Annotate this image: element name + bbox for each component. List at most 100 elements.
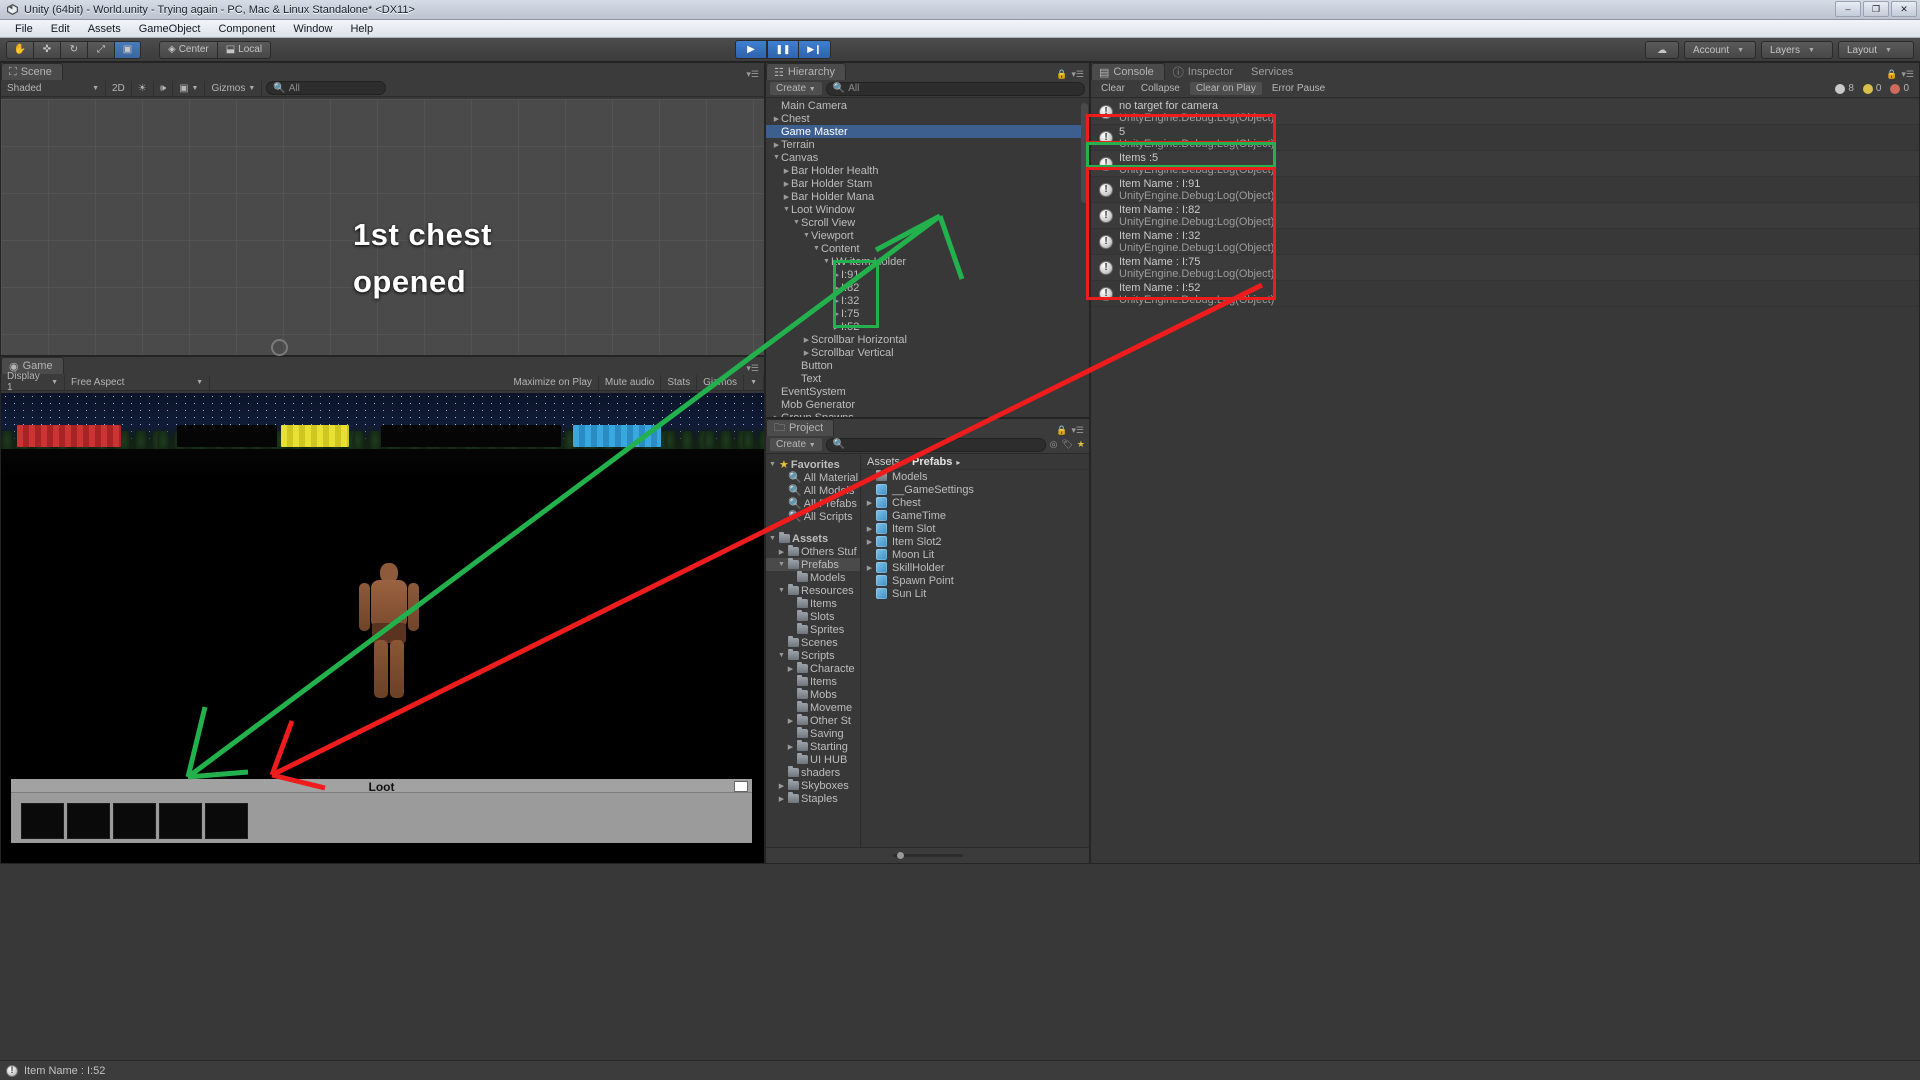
loot-slot[interactable] xyxy=(21,803,64,839)
project-content-item[interactable]: Moon Lit xyxy=(861,548,1089,561)
rotate-tool-icon[interactable]: ↻ xyxy=(60,40,87,59)
hierarchy-item[interactable]: ▼ Scroll View xyxy=(766,216,1089,229)
menu-item-window[interactable]: Window xyxy=(284,23,341,35)
project-create-button[interactable]: Create ▼ xyxy=(770,438,822,451)
scene-viewport[interactable]: 1st chest opened xyxy=(1,99,764,356)
project-tree-item[interactable]: ▼ Prefabs xyxy=(766,558,860,571)
console-collapse-button[interactable]: Collapse xyxy=(1135,82,1186,95)
lock-icon[interactable]: 🔒 xyxy=(1056,69,1067,80)
project-tree-item[interactable]: ▶ Characte xyxy=(766,662,860,675)
project-tree-item[interactable]: Mobs xyxy=(766,688,860,701)
scene-audio-toggle[interactable]: 🕪 xyxy=(154,80,174,96)
chevron-right-icon[interactable]: ▶ xyxy=(832,271,841,279)
tab-scene[interactable]: ⛶ Scene xyxy=(1,63,63,80)
project-content-item[interactable]: ▶ SkillHolder xyxy=(861,561,1089,574)
space-mode-button[interactable]: ⬓ Local xyxy=(217,40,272,59)
scene-lighting-toggle[interactable]: ☀ xyxy=(132,80,154,96)
chevron-down-icon[interactable]: ▼ xyxy=(768,461,777,468)
chevron-right-icon[interactable]: ▶ xyxy=(832,284,841,292)
console-message[interactable]: ! Item Name : I:82 UnityEngine.Debug:Log(O… xyxy=(1091,203,1919,229)
hierarchy-item[interactable]: Text xyxy=(766,372,1089,385)
chevron-down-icon[interactable]: ▼ xyxy=(822,258,831,265)
project-favorite-item[interactable]: 🔍 All Scripts xyxy=(766,510,860,524)
game-gizmos-toggle[interactable]: Gizmos xyxy=(697,374,745,390)
hierarchy-item[interactable]: ▼ Canvas xyxy=(766,151,1089,164)
project-tree-item[interactable]: Slots xyxy=(766,610,860,623)
loot-slot[interactable] xyxy=(113,803,156,839)
chevron-right-icon[interactable]: ▶ xyxy=(777,548,786,556)
project-tree-item[interactable]: Scenes xyxy=(766,636,860,649)
scale-tool-icon[interactable]: ⤢ xyxy=(87,40,114,59)
loot-slot[interactable] xyxy=(205,803,248,839)
draw-mode-dropdown[interactable]: Shaded ▼ xyxy=(1,80,106,96)
console-message[interactable]: ! Item Name : I:32 UnityEngine.Debug:Log(O… xyxy=(1091,229,1919,255)
hierarchy-scrollbar[interactable] xyxy=(1081,103,1088,203)
console-message[interactable]: ! Item Name : I:75 UnityEngine.Debug:Log(O… xyxy=(1091,255,1919,281)
project-tree-item[interactable]: Items xyxy=(766,597,860,610)
project-tree-item[interactable]: UI HUB xyxy=(766,753,860,766)
chevron-right-icon[interactable]: ▶ xyxy=(865,538,874,546)
project-contents[interactable]: Assets ▸ Prefabs ▸ Models __GameSettings ▶ Che… xyxy=(861,455,1089,847)
project-tree-item[interactable]: Moveme xyxy=(766,701,860,714)
hierarchy-item[interactable]: EventSystem xyxy=(766,385,1089,398)
chevron-down-icon[interactable]: ▼ xyxy=(772,154,781,161)
chevron-down-icon[interactable]: ▼ xyxy=(768,535,777,542)
aspect-dropdown[interactable]: Free Aspect ▼ xyxy=(65,374,210,390)
tab-project[interactable]: 🗀 Project xyxy=(766,419,835,436)
chevron-down-icon[interactable]: ▼ xyxy=(777,652,786,659)
chevron-right-icon[interactable]: ▶ xyxy=(832,297,841,305)
error-count-badge[interactable]: 0 xyxy=(1890,83,1909,94)
maximize-button[interactable]: ❐ xyxy=(1863,1,1889,17)
filter-by-label-icon[interactable]: 🏷 xyxy=(1061,439,1072,450)
close-button[interactable]: ✕ xyxy=(1891,1,1917,17)
hierarchy-search-input[interactable]: 🔍 All xyxy=(825,81,1085,96)
hierarchy-tree[interactable]: Main Camera ▶ Chest Game Master ▶ Terrain ▼ Can… xyxy=(766,99,1089,417)
project-tree-item[interactable]: Saving xyxy=(766,727,860,740)
loot-window[interactable]: Loot xyxy=(9,777,754,845)
panel-menu-icon[interactable]: ▾☰ xyxy=(1071,425,1084,436)
chevron-right-icon[interactable]: ▶ xyxy=(786,743,795,751)
panel-menu-icon[interactable]: ▾☰ xyxy=(746,363,759,373)
project-favorites-root[interactable]: ▼ ★ Favorites xyxy=(766,458,860,472)
hierarchy-item[interactable]: ▶ Bar Holder Stam xyxy=(766,177,1089,190)
mute-audio-toggle[interactable]: Mute audio xyxy=(599,374,662,390)
project-tree-item[interactable]: ▶ Others Stuf xyxy=(766,545,860,558)
hierarchy-item[interactable]: ▶ I:82 xyxy=(766,281,1089,294)
hierarchy-item[interactable]: ▶ Terrain xyxy=(766,138,1089,151)
move-tool-icon[interactable]: ✜ xyxy=(33,40,60,59)
minimize-button[interactable]: – xyxy=(1835,1,1861,17)
display-dropdown[interactable]: Display 1 ▼ xyxy=(1,371,65,393)
project-content-item[interactable]: ▶ Chest xyxy=(861,496,1089,509)
step-button[interactable]: ▶❙ xyxy=(799,40,831,59)
project-search-input[interactable]: 🔍 xyxy=(825,437,1046,452)
project-content-item[interactable]: ▶ Item Slot xyxy=(861,522,1089,535)
project-tree-item[interactable]: Items xyxy=(766,675,860,688)
project-tree-item[interactable]: ▶ Skyboxes xyxy=(766,779,860,792)
chevron-down-icon[interactable]: ▼ xyxy=(777,561,786,568)
chevron-right-icon[interactable]: ▶ xyxy=(832,323,841,331)
hierarchy-item[interactable]: Mob Generator xyxy=(766,398,1089,411)
chevron-right-icon[interactable]: ▶ xyxy=(865,525,874,533)
pivot-mode-button[interactable]: ◈ Center xyxy=(159,40,218,59)
chevron-right-icon[interactable]: ▶ xyxy=(832,310,841,318)
chevron-down-icon[interactable]: ▼ xyxy=(792,219,801,226)
chevron-right-icon[interactable]: ▶ xyxy=(786,717,795,725)
project-favorite-item[interactable]: 🔍 All Models xyxy=(766,484,860,498)
project-favorite-item[interactable]: 🔍 All Prefabs xyxy=(766,497,860,511)
warning-count-badge[interactable]: 0 xyxy=(1862,83,1881,94)
chevron-right-icon[interactable]: ▶ xyxy=(802,336,811,344)
info-count-badge[interactable]: 8 xyxy=(1835,83,1854,94)
project-content-item[interactable]: __GameSettings xyxy=(861,483,1089,496)
menu-item-help[interactable]: Help xyxy=(341,23,382,35)
project-tree-item[interactable]: Models xyxy=(766,571,860,584)
project-tree-item[interactable]: shaders xyxy=(766,766,860,779)
loot-slot[interactable] xyxy=(159,803,202,839)
layout-button[interactable]: Layout ▼ xyxy=(1838,41,1914,59)
breadcrumb-item[interactable]: Assets xyxy=(867,456,900,468)
menu-item-gameobject[interactable]: GameObject xyxy=(130,23,210,35)
project-tree-item[interactable]: Sprites xyxy=(766,623,860,636)
chevron-right-icon[interactable]: ▶ xyxy=(782,167,791,175)
breadcrumb-item[interactable]: Prefabs xyxy=(912,456,952,468)
icon-size-slider[interactable] xyxy=(892,852,963,859)
project-content-item[interactable]: GameTime xyxy=(861,509,1089,522)
